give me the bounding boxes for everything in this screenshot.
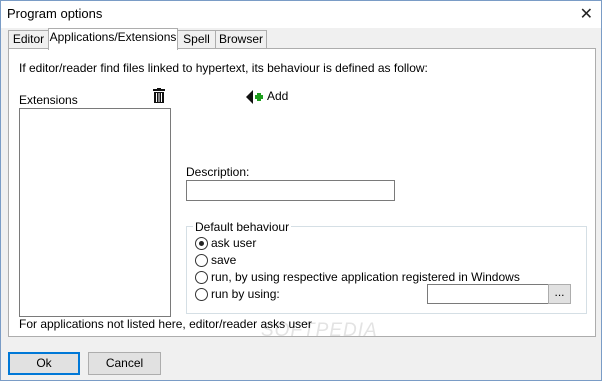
radio-save[interactable] [195,254,208,267]
title-bar: Program options ✕ [1,1,601,28]
trash-icon[interactable] [153,88,165,103]
ok-button[interactable]: Ok [8,352,80,375]
tab-spell[interactable]: Spell [177,30,216,48]
description-field[interactable] [186,180,395,201]
browse-button[interactable]: ... [548,284,571,304]
radio-run-by-using[interactable] [195,288,208,301]
tab-browser[interactable]: Browser [215,30,267,48]
tab-editor[interactable]: Editor [8,30,49,48]
cancel-button[interactable]: Cancel [88,352,161,375]
close-icon[interactable]: ✕ [580,4,593,24]
radio-ask-user[interactable] [195,237,208,250]
window-title: Program options [7,6,103,21]
default-behaviour-title: Default behaviour [193,220,292,234]
tab-applications-extensions[interactable]: Applications/Extensions [48,28,178,50]
description-label: Description: [186,165,250,179]
add-arrow-icon [246,90,263,104]
option-run-by-using-label: run by using: [211,287,280,301]
run-path-field[interactable] [427,284,549,304]
footer-note: For applications not listed here, editor… [19,317,312,331]
extensions-label: Extensions [19,93,78,107]
tab-panel: If editor/reader find files linked to hy… [8,48,596,341]
option-save-label: save [211,253,237,267]
radio-run-registered[interactable] [195,271,208,284]
add-label: Add [267,89,289,103]
program-options-window: Program options ✕ Editor Applications/Ex… [0,0,602,381]
option-ask-user-label: ask user [211,236,257,250]
extensions-list[interactable] [19,108,171,317]
option-run-registered-label: run, by using respective application reg… [211,270,520,284]
intro-text: If editor/reader find files linked to hy… [19,61,428,75]
